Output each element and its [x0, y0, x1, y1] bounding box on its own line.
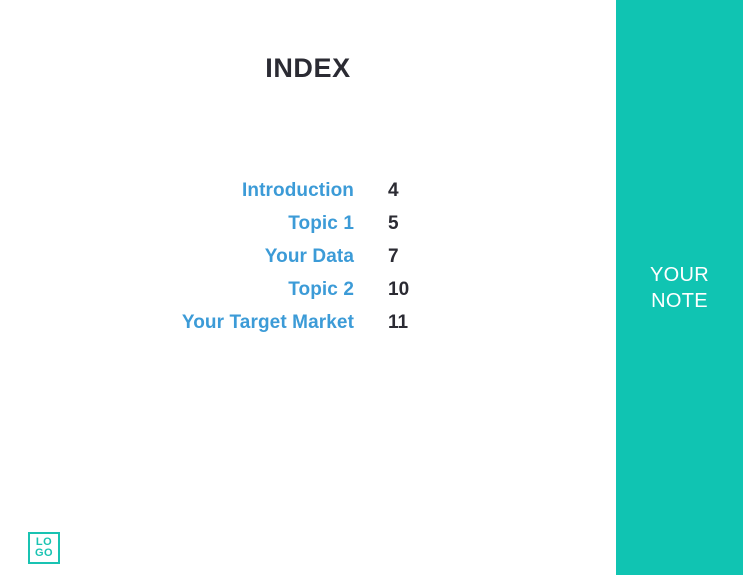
- index-entry-label: Introduction: [241, 180, 354, 201]
- index-entry-page-number: 5: [388, 213, 399, 234]
- index-list: Introduction 4 Topic 1 5 Your Data 7 Top…: [60, 179, 420, 344]
- index-entry-label: Your Data: [264, 246, 354, 267]
- logo-line-2: GO: [34, 547, 54, 559]
- note-panel: YOUR NOTE: [616, 0, 743, 575]
- logo: LO GO: [28, 532, 60, 564]
- note-panel-line-2: NOTE: [651, 289, 708, 312]
- index-entry-page-number: 7: [388, 246, 399, 267]
- page-title: INDEX: [265, 53, 351, 83]
- index-entry-label: Topic 2: [288, 279, 354, 300]
- index-entry-label: Topic 1: [288, 213, 354, 234]
- list-item[interactable]: Your Data 7: [60, 245, 420, 278]
- list-item[interactable]: Topic 2 10: [60, 278, 420, 311]
- note-panel-line-1: YOUR: [650, 263, 709, 286]
- slide-canvas: INDEX Introduction 4 Topic 1 5 Your Data…: [0, 0, 743, 575]
- list-item[interactable]: Introduction 4: [60, 179, 420, 212]
- list-item[interactable]: Topic 1 5: [60, 212, 420, 245]
- index-entry-page-number: 10: [388, 279, 410, 300]
- note-panel-text: YOUR NOTE: [650, 262, 709, 314]
- list-item[interactable]: Your Target Market 11: [60, 311, 420, 344]
- index-entry-label: Your Target Market: [181, 312, 354, 333]
- index-entry-page-number: 4: [388, 180, 399, 201]
- index-entry-page-number: 11: [388, 312, 409, 333]
